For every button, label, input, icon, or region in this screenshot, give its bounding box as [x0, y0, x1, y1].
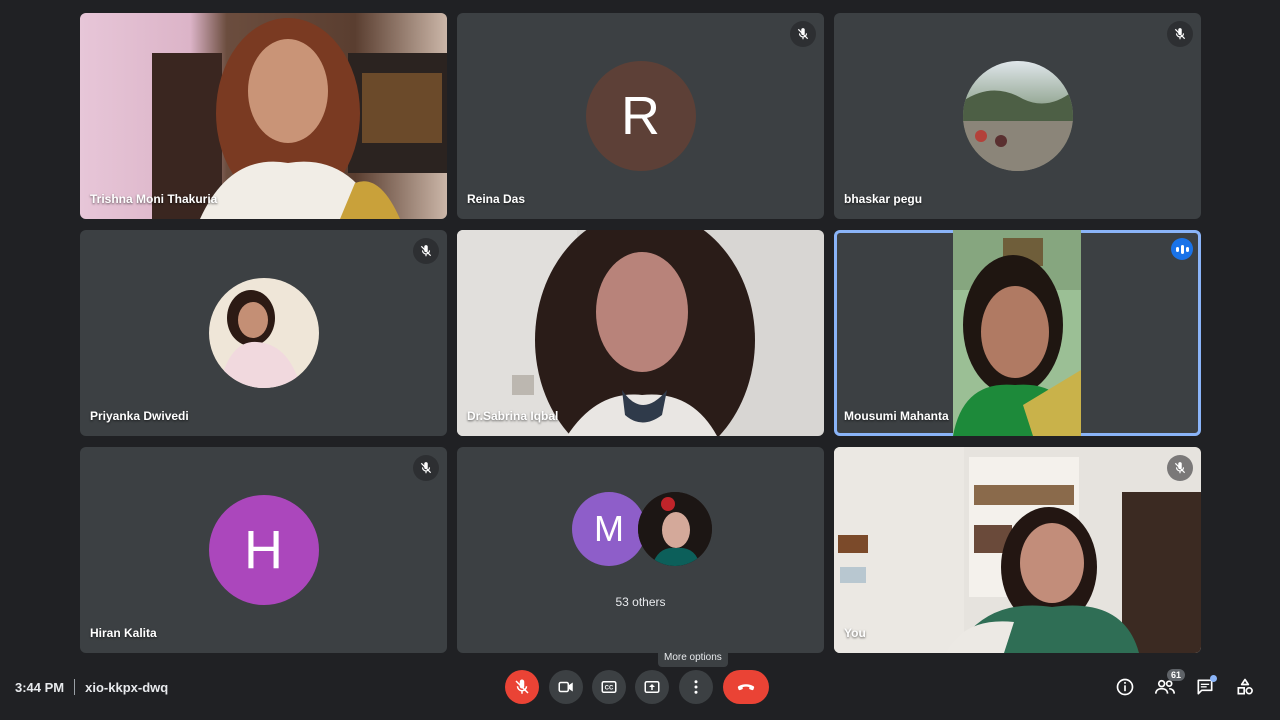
mic-off-icon: [1167, 455, 1193, 481]
others-tile[interactable]: M 53 others: [457, 447, 824, 653]
participant-tile[interactable]: bhaskar pegu: [834, 13, 1201, 219]
meeting-details-button[interactable]: [1113, 675, 1137, 699]
avatar: H: [208, 495, 319, 605]
activities-icon: [1237, 678, 1253, 695]
participant-name: bhaskar pegu: [844, 192, 923, 206]
speaking-indicator-icon: [1171, 238, 1193, 260]
participant-name: Priyanka Dwivedi: [90, 409, 189, 423]
participant-tile[interactable]: H Hiran Kalita: [80, 447, 447, 653]
others-avatar-photo: [638, 492, 712, 566]
participant-name: Hiran Kalita: [90, 626, 157, 640]
svg-text:CC: CC: [605, 686, 614, 692]
more-options-button[interactable]: [679, 670, 713, 704]
present-screen-icon: [644, 681, 660, 693]
participant-grid: Trishna Moni Thakuria R Reina Das bhaska…: [0, 0, 1280, 660]
participant-name: Reina Das: [467, 192, 526, 206]
participant-tile[interactable]: R Reina Das: [457, 13, 824, 219]
others-avatar: M: [572, 492, 646, 566]
meeting-code[interactable]: xio-kkpx-dwq: [85, 680, 168, 695]
participant-name: Trishna Moni Thakuria: [90, 192, 218, 206]
captions-button[interactable]: CC: [592, 670, 626, 704]
leave-call-button[interactable]: [723, 670, 769, 704]
end-call-icon: [737, 684, 755, 691]
people-button[interactable]: 61: [1153, 669, 1185, 699]
mic-off-icon: [413, 455, 439, 481]
participant-video: [80, 13, 447, 219]
mic-off-icon: [790, 21, 816, 47]
avatar-initial: H: [244, 520, 283, 580]
present-screen-button[interactable]: [635, 670, 669, 704]
more-vert-icon: [694, 680, 698, 694]
meeting-info: 3:44 PM xio-kkpx-dwq: [15, 679, 168, 695]
participant-tile[interactable]: Trishna Moni Thakuria: [80, 13, 447, 219]
participant-name: Mousumi Mahanta: [844, 409, 949, 423]
avatar-initial: R: [621, 86, 660, 146]
video-camera-icon: [558, 681, 573, 693]
microphone-toggle-button[interactable]: [505, 670, 539, 704]
avatar: [208, 278, 319, 388]
closed-captions-icon: CC: [601, 681, 617, 693]
participant-tile[interactable]: Priyanka Dwivedi: [80, 230, 447, 436]
mic-off-icon: [515, 679, 529, 694]
control-bar: 3:44 PM xio-kkpx-dwq CC 61: [0, 660, 1280, 720]
chat-notification-dot: [1210, 675, 1217, 682]
participant-video: [457, 230, 824, 436]
others-count-label: 53 others: [615, 595, 666, 609]
info-icon: [1116, 678, 1134, 696]
meeting-time: 3:44 PM: [15, 679, 65, 695]
participant-name: Dr.Sabrina Iqbal: [467, 409, 559, 423]
people-count-badge: 61: [1166, 669, 1185, 681]
mic-off-icon: [413, 238, 439, 264]
avatar: [962, 61, 1073, 171]
chat-button[interactable]: [1193, 675, 1217, 699]
camera-toggle-button[interactable]: [549, 670, 583, 704]
activities-button[interactable]: [1233, 675, 1257, 699]
others-avatar-initial: M: [594, 508, 624, 549]
participant-video: [953, 230, 1081, 436]
self-name: You: [844, 626, 866, 640]
participant-tile[interactable]: Dr.Sabrina Iqbal: [457, 230, 824, 436]
self-video: [834, 447, 1201, 653]
avatar: R: [585, 61, 696, 171]
mic-off-icon: [1167, 21, 1193, 47]
participant-tile[interactable]: Mousumi Mahanta: [834, 230, 1201, 436]
self-tile[interactable]: You: [834, 447, 1201, 653]
divider: [74, 679, 76, 695]
